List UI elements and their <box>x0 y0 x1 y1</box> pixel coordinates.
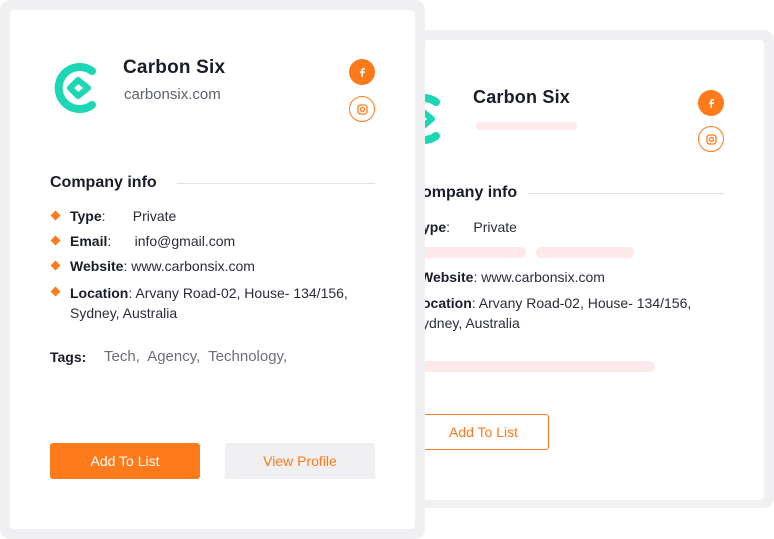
location-row: ocation: Arvany Road-02, House- 134/156, <box>424 295 692 311</box>
location-value: Arvany Road-02, House- 134/156, <box>135 285 348 301</box>
website-label: Website <box>70 258 124 274</box>
tags-list: Tech, Agency, Technology, <box>104 348 288 365</box>
company-logo-icon <box>54 63 96 113</box>
type-value: Private <box>132 208 177 224</box>
website-value: www.carbonsix.com <box>131 258 255 274</box>
tags-skeleton <box>424 361 655 372</box>
domain-skeleton <box>476 122 577 130</box>
add-to-list-button[interactable]: Add To List <box>50 443 200 479</box>
location-label: ocation <box>424 295 472 311</box>
facebook-button[interactable] <box>349 59 375 85</box>
location-row-2: ydney, Australia <box>424 313 520 333</box>
email-label: Email <box>70 233 108 249</box>
view-profile-button[interactable]: View Profile <box>225 443 375 479</box>
facebook-icon <box>709 99 714 108</box>
email-row: Email: info@gmail.com <box>70 233 236 249</box>
type-value: Private <box>473 219 517 235</box>
type-label: ype <box>424 219 447 235</box>
type-label: Type <box>70 208 102 224</box>
location-value-2: Sydney, Australia <box>70 305 178 321</box>
email-skeleton-2 <box>536 247 634 258</box>
company-name: Carbon Six <box>473 87 571 107</box>
location-row: Location: Arvany Road-02, House- 134/156… <box>70 285 348 301</box>
section-divider <box>177 183 375 184</box>
company-logo-icon <box>424 94 440 144</box>
instagram-button[interactable] <box>698 126 724 152</box>
company-domain: carbonsix.com <box>124 86 221 103</box>
instagram-icon <box>705 133 717 145</box>
website-row: Website: www.carbonsix.com <box>424 267 605 287</box>
website-row: Website: www.carbonsix.com <box>70 258 255 274</box>
company-name: Carbon Six <box>123 57 226 78</box>
location-value-2: ydney, Australia <box>424 315 520 331</box>
email-skeleton <box>424 247 526 258</box>
instagram-icon <box>356 103 368 115</box>
section-divider <box>528 193 724 194</box>
bullet-icon <box>50 210 61 221</box>
section-title: Company info <box>50 174 157 191</box>
facebook-button[interactable] <box>698 90 724 116</box>
type-row: ype: Private <box>424 219 517 235</box>
location-label: Location <box>70 285 129 301</box>
tags-label: Tags: <box>50 349 87 365</box>
website-value: www.carbonsix.com <box>481 269 605 285</box>
email-value: info@gmail.com <box>134 233 236 249</box>
add-to-list-button[interactable]: Add To List <box>424 414 549 450</box>
instagram-button[interactable] <box>349 96 375 122</box>
back-company-card: Carbon Six ompany info ype: Private Webs… <box>424 40 764 500</box>
location-row-2: Sydney, Australia <box>70 303 177 323</box>
bullet-icon <box>50 235 61 246</box>
bullet-icon <box>50 286 61 297</box>
bullet-icon <box>50 260 61 271</box>
location-value: Arvany Road-02, House- 134/156, <box>478 295 692 311</box>
section-title: ompany info <box>424 184 518 201</box>
facebook-icon <box>360 68 365 77</box>
website-label: Website <box>424 269 474 285</box>
type-row: Type: Private <box>70 208 177 224</box>
front-company-card: Carbon Six carbonsix.com Company info Ty… <box>10 10 415 529</box>
